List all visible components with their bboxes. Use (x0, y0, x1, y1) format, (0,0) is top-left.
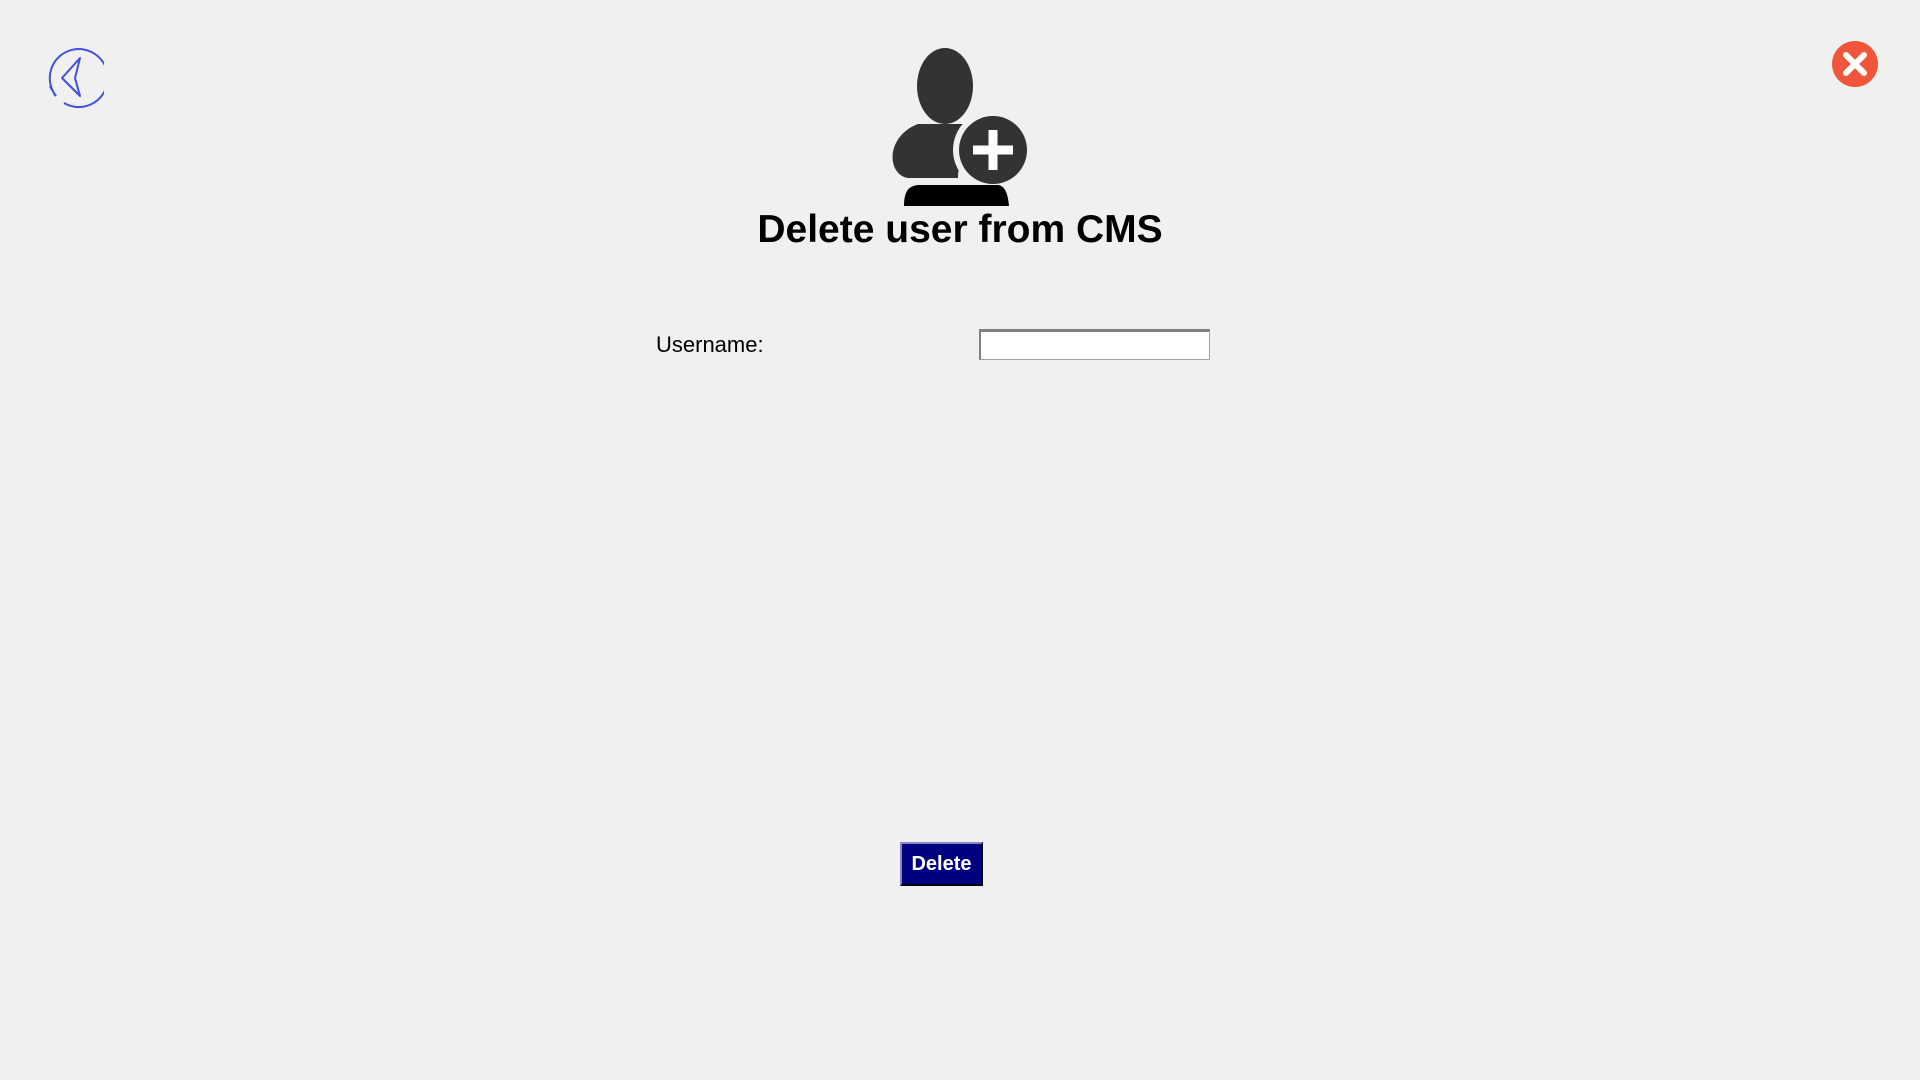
add-user-icon (888, 46, 1033, 206)
delete-button[interactable]: Delete (900, 842, 983, 886)
page-title: Delete user from CMS (757, 208, 1163, 251)
username-label: Username: (656, 332, 764, 357)
close-circle-icon[interactable] (1831, 40, 1879, 88)
username-input[interactable] (979, 329, 1210, 360)
back-arrow-circle-icon[interactable] (42, 46, 109, 108)
